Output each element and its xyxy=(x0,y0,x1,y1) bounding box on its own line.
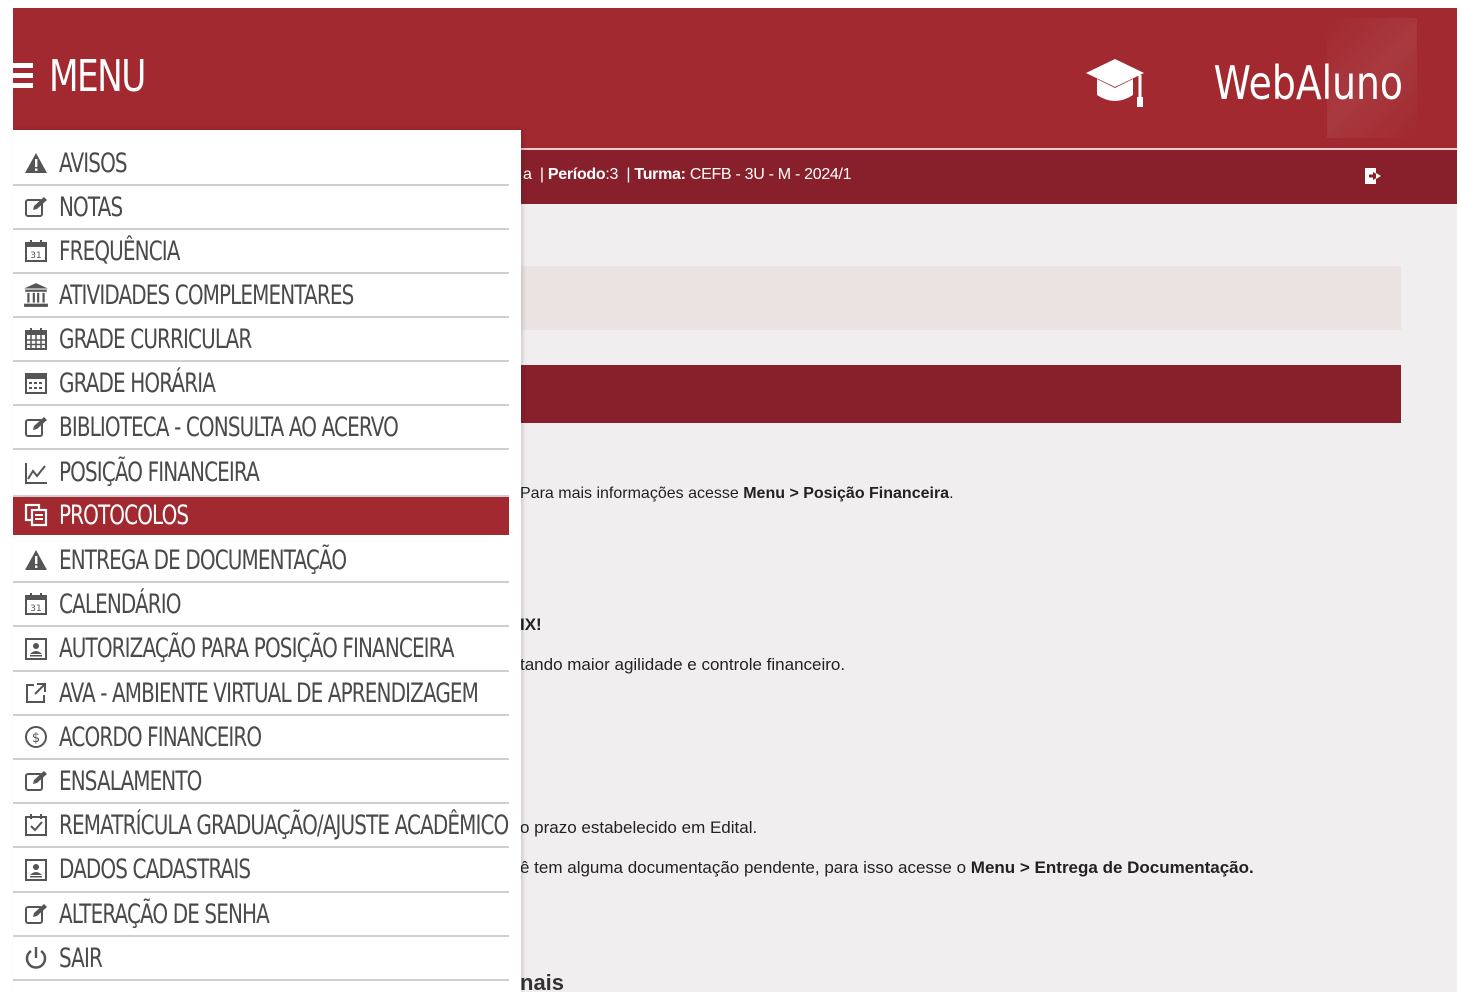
sidebar-item-label: NOTAS xyxy=(59,191,123,223)
sidebar-item-acordo-financeiro[interactable]: $ ACORDO FINANCEIRO xyxy=(13,716,509,760)
top-header: MENU WebAluno xyxy=(13,8,1457,148)
sidebar-item-label: GRADE CURRICULAR xyxy=(59,323,252,355)
sidebar-menu: AVISOS NOTAS 31 FREQUÊNCIA ATIVIDADES COMPLE… xyxy=(13,130,521,992)
svg-text:31: 31 xyxy=(30,251,41,261)
student-info: a | Período:3 | Turma: CEFB - 3U - M - 2… xyxy=(523,166,852,183)
menu-toggle-button[interactable]: MENU xyxy=(13,46,172,106)
sidebar-item-dados-cadastrais[interactable]: DADOS CADASTRAIS xyxy=(13,848,509,893)
sidebar-item-label: PROTOCOLOS xyxy=(59,499,189,531)
warning-icon xyxy=(23,547,49,573)
financial-info-text: Para mais informações acesse Menu > Posi… xyxy=(520,485,954,502)
sidebar-item-label: CALENDÁRIO xyxy=(59,588,182,620)
turma-label: Turma: xyxy=(634,166,686,183)
periodo-label: Período xyxy=(547,166,606,183)
sidebar-item-label: POSIÇÃO FINANCEIRA xyxy=(59,457,260,488)
menu-label: MENU xyxy=(49,50,146,102)
sidebar-item-biblioteca-consulta-ao-acervo[interactable]: BIBLIOTECA - CONSULTA AO ACERVO xyxy=(13,406,509,450)
calendar-31-icon: 31 xyxy=(23,591,49,617)
id-card-icon xyxy=(23,636,49,662)
graduation-cap-icon xyxy=(1086,59,1144,107)
sidebar-item-label: AVA - AMBIENTE VIRTUAL DE APRENDIZAGEM xyxy=(59,677,479,709)
edit-icon xyxy=(23,768,49,794)
brand: WebAluno xyxy=(1084,56,1403,110)
sidebar-item-sair[interactable]: SAIR xyxy=(13,937,509,981)
sidebar-item-label: DADOS CADASTRAIS xyxy=(59,854,251,885)
calendar-check-icon xyxy=(23,812,49,838)
calendar-grid-icon xyxy=(23,326,49,352)
sidebar-item-grade-horaria[interactable]: GRADE HORÁRIA xyxy=(13,362,509,406)
sidebar-item-ensalamento[interactable]: ENSALAMENTO xyxy=(13,760,509,804)
id-card-icon xyxy=(23,857,49,883)
turma-value: CEFB - 3U - M - 2024/1 xyxy=(689,166,852,183)
external-link-icon xyxy=(23,680,49,706)
calendar-31-icon: 31 xyxy=(23,238,49,264)
sidebar-item-atividades-complementares[interactable]: ATIVIDADES COMPLEMENTARES xyxy=(13,274,509,318)
sidebar-item-label: ACORDO FINANCEIRO xyxy=(59,721,262,753)
sidebar-item-label: REMATRÍCULA GRADUAÇÃO/AJUSTE ACADÊMICO xyxy=(59,809,509,841)
sidebar-item-label: ENTREGA DE DOCUMENTAÇÃO xyxy=(59,544,347,576)
pix-text: IX! xyxy=(520,615,542,634)
sidebar-item-autorizacao-para-posicao-financeira[interactable]: AUTORIZAÇÃO PARA POSIÇÃO FINANCEIRA xyxy=(13,627,509,672)
edit-icon xyxy=(23,194,49,220)
sidebar-item-entrega-de-documentacao[interactable]: ENTREGA DE DOCUMENTAÇÃO xyxy=(13,539,509,583)
sidebar-item-label: GRADE HORÁRIA xyxy=(59,367,216,399)
sidebar-item-label: ATIVIDADES COMPLEMENTARES xyxy=(59,279,354,311)
hamburger-icon xyxy=(13,61,33,91)
sidebar-item-frequencia[interactable]: 31 FREQUÊNCIA xyxy=(13,230,509,274)
sidebar-item-grade-curricular[interactable]: GRADE CURRICULAR xyxy=(13,318,509,362)
svg-text:31: 31 xyxy=(30,604,41,614)
sidebar-item-label: AUTORIZAÇÃO PARA POSIÇÃO FINANCEIRA xyxy=(59,633,455,664)
sidebar-item-notas[interactable]: NOTAS xyxy=(13,186,509,230)
power-icon xyxy=(23,945,49,971)
sidebar-item-label: ENSALAMENTO xyxy=(59,765,202,797)
sidebar-item-ava-ambiente-virtual-de-aprendizagem[interactable]: AVA - AMBIENTE VIRTUAL DE APRENDIZAGEM xyxy=(13,672,509,716)
sidebar-item-label: FREQUÊNCIA xyxy=(59,235,180,267)
sidebar-item-label: ALTERAÇÃO DE SENHA xyxy=(59,898,270,930)
warning-icon xyxy=(23,150,49,176)
notice-panel xyxy=(513,266,1401,330)
periodo-value: :3 xyxy=(605,166,619,183)
documentation-text: ê tem alguma documentação pendente, para… xyxy=(520,858,1254,877)
sidebar-item-alteracao-de-senha[interactable]: ALTERAÇÃO DE SENHA xyxy=(13,893,509,937)
info-partial: a xyxy=(523,166,532,183)
edit-icon xyxy=(23,901,49,927)
sidebar-item-label: BIBLIOTECA - CONSULTA AO ACERVO xyxy=(59,411,399,443)
deadline-text: o prazo estabelecido em Edital. xyxy=(520,818,758,837)
sidebar-item-protocolos[interactable]: PROTOCOLOS xyxy=(13,497,509,535)
section-heading: nais xyxy=(520,970,565,992)
dollar-circle-icon: $ xyxy=(23,724,49,750)
logout-icon[interactable] xyxy=(1363,166,1383,186)
line-chart-icon xyxy=(23,460,49,486)
brand-name: WebAluno xyxy=(1213,56,1403,110)
calendar-table-icon xyxy=(23,370,49,396)
agility-text: tando maior agilidade e controle finance… xyxy=(520,655,846,674)
institution-icon xyxy=(23,282,49,308)
sidebar-item-label: SAIR xyxy=(59,942,103,974)
section-header-bar xyxy=(513,365,1401,423)
copy-icon xyxy=(23,502,49,528)
sidebar-item-avisos[interactable]: AVISOS xyxy=(13,142,509,186)
sidebar-item-label: AVISOS xyxy=(59,147,128,179)
svg-text:$: $ xyxy=(32,731,40,746)
sidebar-item-rematricula-graduacao-ajuste-academico[interactable]: REMATRÍCULA GRADUAÇÃO/AJUSTE ACADÊMICO xyxy=(13,804,509,848)
edit-icon xyxy=(23,414,49,440)
sidebar-item-calendario[interactable]: 31 CALENDÁRIO xyxy=(13,583,509,627)
sidebar-item-posicao-financeira[interactable]: POSIÇÃO FINANCEIRA xyxy=(13,450,509,497)
